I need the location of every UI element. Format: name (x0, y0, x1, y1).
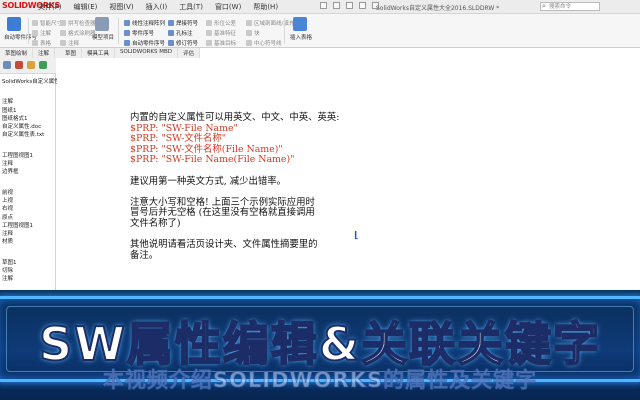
note-prp-line: $PRP: "SW-File Name" (130, 122, 238, 134)
tab-mold-tools[interactable]: 模具工具 (82, 48, 116, 58)
new-icon[interactable] (320, 2, 327, 9)
ribbon-cmd[interactable]: 拼写检查器 (60, 19, 96, 27)
cmd-icon (124, 20, 130, 26)
balloon-icon (7, 17, 21, 31)
note-line: 其他说明请看活页设计夹、文件属性摘要里的 (130, 239, 318, 251)
feature-tree-icon[interactable] (3, 61, 11, 69)
cmd-icon (168, 30, 174, 36)
open-icon[interactable] (333, 2, 340, 9)
cmd-icon (124, 30, 130, 36)
ribbon-cmd[interactable]: 自动零件序号 (124, 39, 165, 47)
cmd-icon (124, 40, 130, 46)
ribbon-cmd[interactable]: 智能尺寸 (32, 19, 62, 27)
cmd-icon (168, 40, 174, 46)
menu-view[interactable]: 视图(V) (103, 2, 139, 12)
command-manager-ribbon: 自动零件序号 模型项目 智能尺寸 注解 表格 拼写检查器 格式涂刷器 注释 线性… (0, 14, 640, 48)
note-line: 文件名称了) (130, 217, 181, 229)
ribbon-cmd[interactable]: 零件序号 (124, 29, 154, 37)
appearance-icon[interactable] (39, 61, 47, 69)
note-line: 冒号后并无空格 (在这里没有空格就直接调用 (130, 207, 315, 219)
model-items-icon (95, 17, 109, 31)
note-prp-line: $PRP: "SW-文件名称" (130, 133, 227, 145)
insert-table-button[interactable]: 插入表格 (290, 17, 312, 41)
ribbon-cmd[interactable]: 基准目标 (206, 39, 236, 47)
cmd-icon (206, 30, 212, 36)
drawing-note[interactable]: 内置的自定义属性可以用英文、中文、中英、英英: $PRP: "SW-File N… (130, 112, 340, 261)
cmd-icon (168, 20, 174, 26)
ribbon-cmd[interactable]: 线性注释阵列 (124, 19, 165, 27)
cmd-icon (206, 40, 212, 46)
ribbon-cmd[interactable]: 中心符号线 (246, 39, 282, 47)
auto-balloon-button[interactable]: 自动零件序号 (4, 17, 37, 41)
menu-insert[interactable]: 插入(I) (140, 2, 174, 12)
tab-evaluate2[interactable]: 评估 (177, 48, 200, 58)
cmd-icon (60, 20, 66, 26)
tab-annotation[interactable]: 注解 (33, 48, 56, 58)
menu-bar: 文件(F) 编辑(E) 视图(V) 插入(I) 工具(T) 窗口(W) 帮助(H… (32, 2, 284, 12)
note-prp-line: $PRP: "SW-File Name(File Name)" (130, 154, 295, 166)
ribbon-cmd[interactable]: 表格 (32, 39, 51, 47)
feature-manager-panel: SolidWorks自定义属性大全2016 (图纸1) 注解 图纸1 图纸格式1… (0, 58, 105, 318)
ribbon-cmd[interactable]: 区域剖面线/填充 (246, 19, 294, 27)
ribbon-cmd[interactable]: 形位公差 (206, 19, 236, 27)
note-line: 备注。 (130, 249, 159, 261)
table-icon (293, 17, 307, 31)
property-manager-icon[interactable] (15, 61, 23, 69)
ribbon-cmd[interactable]: 修订符号 (168, 39, 198, 47)
ribbon-cmd[interactable]: 基准特征 (206, 29, 236, 37)
tab-sketch2[interactable]: 草图 (60, 48, 83, 58)
ribbon-separator (284, 18, 285, 44)
cmd-icon (32, 30, 38, 36)
ribbon-cmd[interactable]: 孔标注 (168, 29, 193, 37)
video-title-banner: SW属性编辑&关联关键字 本视频介绍SOLIDWORKS的属性及关键字 (0, 290, 640, 400)
panel-toolbar (0, 58, 56, 74)
menu-help[interactable]: 帮助(H) (247, 2, 284, 12)
search-input[interactable]: ⌕ 搜索命令 (540, 2, 600, 11)
ribbon-cmd[interactable]: 格式涂刷器 (60, 29, 96, 37)
cursor-icon: ⌊ (354, 231, 359, 241)
tab-mbd[interactable]: SOLIDWORKS MBD (115, 48, 178, 58)
ribbon-separator (28, 18, 29, 44)
menu-edit[interactable]: 编辑(E) (68, 2, 104, 12)
ribbon-separator (118, 18, 119, 44)
banner-subtitle: 本视频介绍SOLIDWORKS的属性及关键字 (102, 368, 538, 393)
cmd-icon (246, 30, 252, 36)
ribbon-cmd[interactable]: 注释 (60, 39, 79, 47)
search-icon: ⌕ (542, 2, 546, 10)
menu-tools[interactable]: 工具(T) (173, 2, 209, 12)
ribbon-cmd[interactable]: 注解 (32, 29, 51, 37)
config-manager-icon[interactable] (27, 61, 35, 69)
cmd-icon (60, 40, 66, 46)
search-placeholder: 搜索命令 (549, 4, 572, 10)
solidworks-window: SOLIDWORKS 文件(F) 编辑(E) 视图(V) 插入(I) 工具(T)… (0, 0, 640, 400)
note-line: 建议用第一种英文方式, 减少出错率。 (130, 175, 286, 187)
ribbon-cmd[interactable]: 块 (246, 29, 260, 37)
save-icon[interactable] (346, 2, 353, 9)
command-tabs-right: 草图 模具工具 SOLIDWORKS MBD 评估 (60, 48, 200, 58)
cmd-icon (246, 20, 252, 26)
note-prp-line: $PRP: "SW-文件名称(File Name)" (130, 143, 283, 155)
note-line: 内置的自定义属性可以用英文、中文、中英、英英: (130, 112, 340, 123)
menu-window[interactable]: 窗口(W) (209, 2, 247, 12)
title-bar: SOLIDWORKS 文件(F) 编辑(E) 视图(V) 插入(I) 工具(T)… (0, 0, 640, 14)
tab-sketch[interactable]: 草图绘制 (0, 48, 34, 58)
cmd-icon (246, 40, 252, 46)
cmd-icon (32, 40, 38, 46)
cmd-icon (60, 30, 66, 36)
cmd-icon (206, 20, 212, 26)
window-title: SolidWorks自定义属性大全2016.SLDDRW * (376, 5, 500, 12)
quick-access-toolbar (320, 2, 379, 9)
ribbon-cmd[interactable]: 焊接符号 (168, 19, 198, 27)
menu-file[interactable]: 文件(F) (32, 2, 68, 12)
cmd-icon (32, 20, 38, 26)
print-icon[interactable] (359, 2, 366, 9)
